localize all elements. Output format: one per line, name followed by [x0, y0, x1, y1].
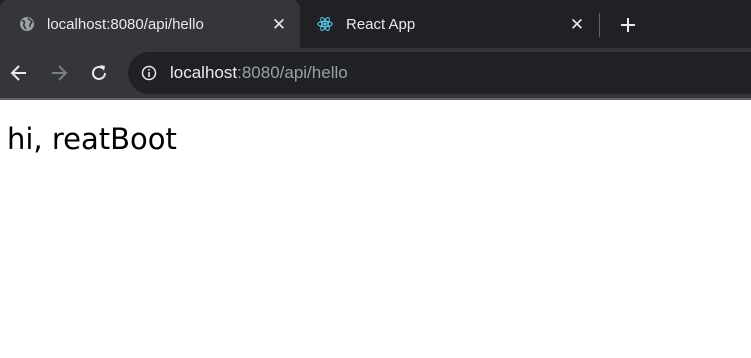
tab-divider	[599, 13, 600, 37]
reload-icon	[92, 65, 106, 80]
address-bar[interactable]: localhost:8080/api/hello	[128, 52, 751, 94]
plus-icon	[621, 18, 635, 32]
react-logo-icon	[316, 15, 334, 33]
tab-localhost[interactable]: localhost:8080/api/hello ✕	[0, 0, 300, 48]
url-host: localhost	[170, 63, 238, 82]
back-arrow-icon	[10, 65, 26, 81]
forward-button[interactable]	[45, 59, 73, 87]
page-text: hi, reatBoot	[7, 122, 177, 156]
globe-icon	[18, 15, 36, 33]
close-icon[interactable]: ✕	[568, 15, 586, 33]
new-tab-button[interactable]	[614, 11, 642, 39]
browser-toolbar: localhost:8080/api/hello	[0, 48, 751, 100]
reload-button[interactable]	[85, 59, 113, 87]
tab-strip: localhost:8080/api/hello ✕ React App ✕	[0, 0, 751, 48]
back-button[interactable]	[5, 59, 33, 87]
close-icon[interactable]: ✕	[270, 15, 288, 33]
url-path: :8080/api/hello	[237, 63, 348, 82]
tab-title: localhost:8080/api/hello	[47, 15, 204, 33]
tab-react-app[interactable]: React App ✕	[303, 0, 598, 48]
url-text[interactable]: localhost:8080/api/hello	[170, 63, 348, 83]
page-content: hi, reatBoot	[0, 100, 751, 156]
forward-arrow-icon	[52, 65, 68, 81]
tab-title: React App	[346, 15, 416, 33]
info-icon[interactable]	[140, 64, 158, 82]
